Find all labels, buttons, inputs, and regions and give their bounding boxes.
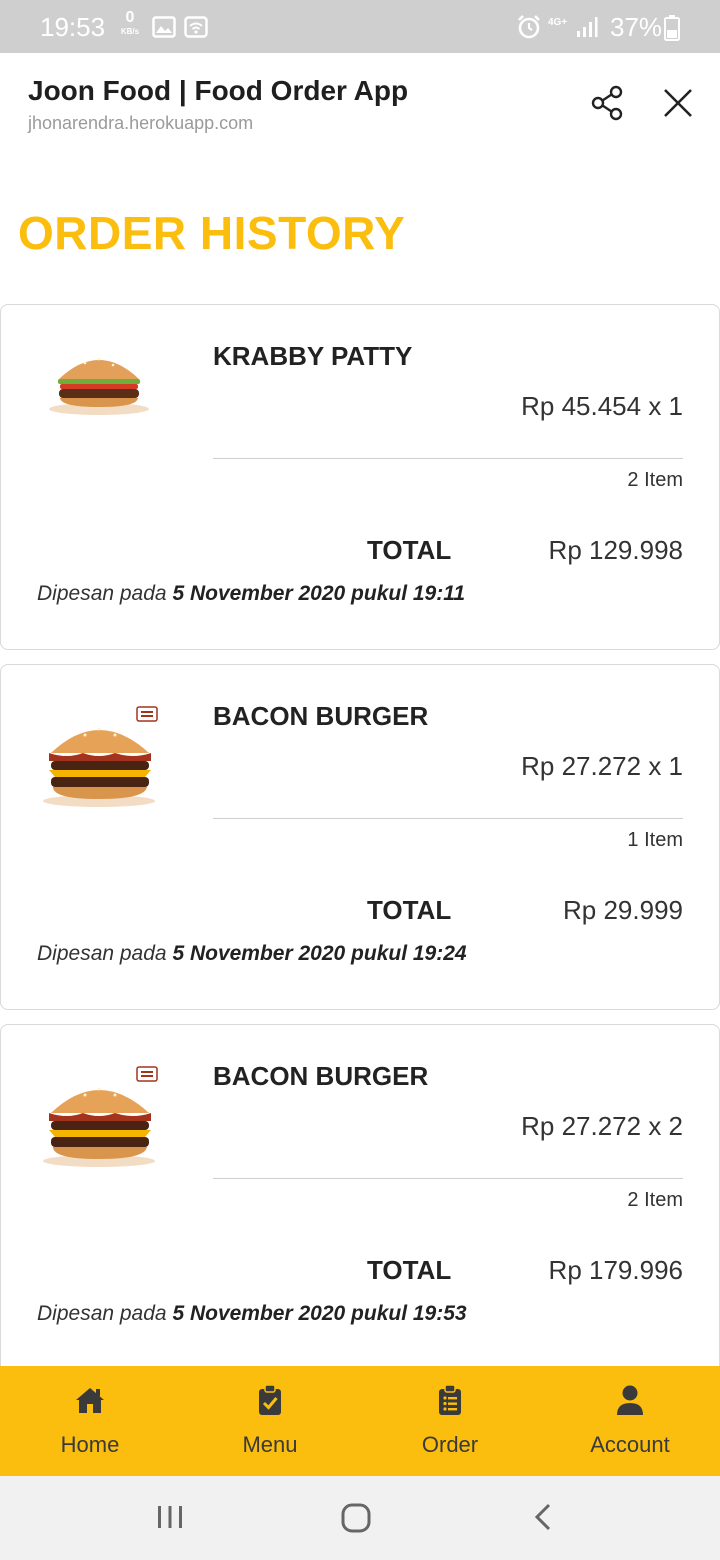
- card-divider: [213, 818, 683, 819]
- order-total-label: TOTAL: [367, 535, 452, 565]
- signal-icon: [576, 16, 598, 43]
- order-total-value: Rp 129.998: [548, 535, 683, 565]
- order-total-label: TOTAL: [367, 895, 452, 925]
- order-item-name: BACON BURGER: [213, 1061, 429, 1091]
- order-item-count: 1 Item: [627, 829, 683, 851]
- page-tab-title: Joon Food | Food Order App: [28, 75, 409, 106]
- order-date-prefix: Dipesan pada: [37, 1302, 173, 1325]
- burger-image: [37, 341, 161, 451]
- order-date: Dipesan pada 5 November 2020 pukul 19:53: [37, 1302, 467, 1326]
- recent-apps-button[interactable]: [150, 1498, 190, 1538]
- user-icon: [617, 1385, 643, 1415]
- battery-percent: 37%: [610, 12, 663, 42]
- nav-item-order[interactable]: Order: [360, 1366, 540, 1476]
- status-bar: 19:53 0 KB/s 4G+ 37%: [0, 0, 720, 53]
- order-date-prefix: Dipesan pada: [37, 942, 173, 965]
- battery-icon: [664, 15, 680, 46]
- close-icon: [664, 89, 692, 117]
- home-system-button[interactable]: [336, 1498, 376, 1538]
- recent-apps-icon: [158, 1506, 182, 1528]
- order-item-price: Rp 45.454 x 1: [521, 391, 683, 421]
- order-item-count: 2 Item: [627, 1189, 683, 1211]
- back-icon: [534, 1503, 551, 1531]
- alarm-icon: [516, 14, 542, 45]
- order-date-value: 5 November 2020 pukul 19:24: [172, 942, 467, 965]
- nav-label-order: Order: [421, 1432, 479, 1457]
- order-date: Dipesan pada 5 November 2020 pukul 19:11: [37, 582, 465, 606]
- share-button[interactable]: [588, 83, 628, 123]
- nav-item-menu[interactable]: Menu: [180, 1366, 360, 1476]
- order-total-value: Rp 29.999: [563, 895, 683, 925]
- home-circle-icon: [341, 1503, 371, 1533]
- image-icon: [152, 16, 176, 43]
- bacon-burger-image: [37, 701, 161, 811]
- page-url[interactable]: jhonarendra.herokuapp.com: [28, 113, 253, 134]
- nav-label-menu: Menu: [242, 1432, 298, 1457]
- net-speed: 0 KB/s: [116, 9, 144, 37]
- status-time: 19:53: [40, 12, 106, 42]
- network-type: 4G+: [548, 17, 568, 28]
- nav-item-account[interactable]: Account: [540, 1366, 720, 1476]
- net-speed-value: 0: [125, 9, 135, 26]
- nav-item-home[interactable]: Home: [0, 1366, 180, 1476]
- home-icon: [76, 1388, 104, 1413]
- clipboard-list-icon: [439, 1384, 461, 1415]
- order-item-price: Rp 27.272 x 1: [521, 751, 683, 781]
- order-item-count: 2 Item: [627, 469, 683, 491]
- net-speed-unit: KB/s: [120, 27, 140, 36]
- order-card[interactable]: BACON BURGER Rp 27.272 x 1 1 Item TOTAL …: [0, 664, 720, 1010]
- back-button[interactable]: [524, 1498, 564, 1538]
- system-navigation-bar: [0, 1476, 720, 1560]
- nav-label-account: Account: [590, 1432, 670, 1457]
- card-divider: [213, 458, 683, 459]
- bottom-navigation: Home Menu Order Account: [0, 1366, 720, 1476]
- page-title: ORDER HISTORY: [18, 207, 406, 259]
- order-item-price: Rp 27.272 x 2: [521, 1111, 683, 1141]
- order-item-name: KRABBY PATTY: [213, 341, 413, 371]
- order-item-name: BACON BURGER: [213, 701, 429, 731]
- bacon-burger-image: [37, 1061, 161, 1171]
- order-date-value: 5 November 2020 pukul 19:11: [172, 582, 466, 605]
- order-date: Dipesan pada 5 November 2020 pukul 19:24: [37, 942, 467, 966]
- order-card[interactable]: KRABBY PATTY Rp 45.454 x 1 2 Item TOTAL …: [0, 304, 720, 650]
- wifi-icon: [184, 16, 208, 43]
- nav-label-home: Home: [60, 1432, 120, 1457]
- order-date-prefix: Dipesan pada: [37, 582, 173, 605]
- browser-header: Joon Food | Food Order App jhonarendra.h…: [0, 53, 720, 153]
- clipboard-check-icon: [259, 1384, 281, 1415]
- order-total-value: Rp 179.996: [548, 1255, 683, 1285]
- order-date-value: 5 November 2020 pukul 19:53: [172, 1302, 467, 1325]
- card-divider: [213, 1178, 683, 1179]
- order-total-label: TOTAL: [367, 1255, 452, 1285]
- close-button[interactable]: [658, 83, 698, 123]
- share-icon: [591, 85, 623, 121]
- order-card[interactable]: BACON BURGER Rp 27.272 x 2 2 Item TOTAL …: [0, 1024, 720, 1386]
